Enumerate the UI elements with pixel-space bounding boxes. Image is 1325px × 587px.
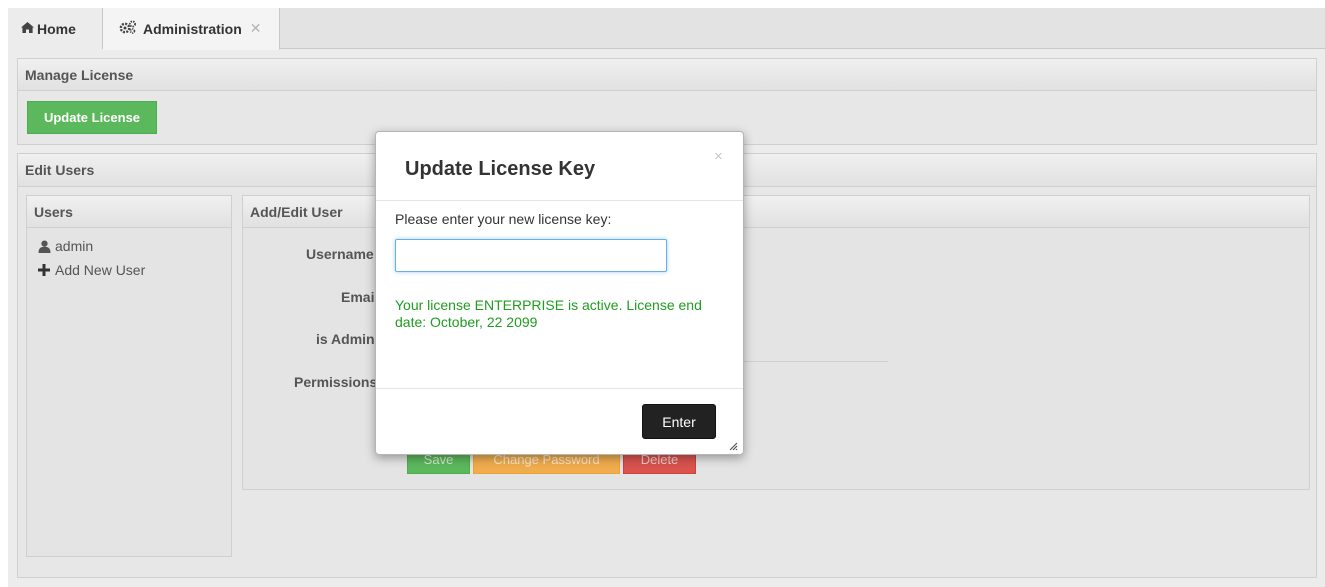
tab-home[interactable]: Home [8, 8, 103, 49]
tab-bar: Home Administration ✕ [8, 8, 1325, 50]
license-status-message: Your license ENTERPRISE is active. Licen… [395, 297, 702, 330]
plus-icon [37, 264, 51, 276]
user-item-admin[interactable]: admin [37, 238, 93, 254]
cogs-icon [119, 20, 137, 37]
user-icon [37, 240, 51, 253]
users-panel-title: Users [27, 196, 231, 228]
tab-administration[interactable]: Administration ✕ [103, 8, 280, 50]
modal-header-divider [376, 200, 743, 201]
tab-home-label: Home [37, 20, 76, 37]
modal-title: Update License Key [405, 158, 596, 180]
license-key-input[interactable] [395, 239, 667, 272]
email-label: Email [341, 289, 379, 305]
modal-footer-divider [376, 388, 743, 389]
permissions-field-line [744, 361, 888, 362]
is-admin-label: is Admin [316, 331, 375, 347]
update-license-modal: Update License Key × Please enter your n… [375, 131, 744, 455]
home-icon [20, 21, 35, 37]
users-panel: Users admin Add New User [26, 195, 232, 557]
close-tab-icon[interactable]: ✕ [250, 20, 262, 37]
add-new-user-label: Add New User [55, 262, 146, 278]
resize-handle-icon[interactable] [728, 438, 738, 451]
manage-license-title: Manage License [18, 59, 1316, 91]
username-label: Username [306, 246, 374, 262]
user-item-admin-label: admin [55, 238, 94, 254]
tab-administration-label: Administration [143, 20, 242, 37]
enter-button[interactable]: Enter [642, 404, 716, 439]
add-new-user-link[interactable]: Add New User [37, 262, 145, 278]
permissions-label: Permissions [294, 374, 378, 390]
update-license-button[interactable]: Update License [27, 101, 157, 134]
license-key-prompt: Please enter your new license key: [395, 211, 612, 227]
modal-close-icon[interactable]: × [714, 148, 723, 165]
